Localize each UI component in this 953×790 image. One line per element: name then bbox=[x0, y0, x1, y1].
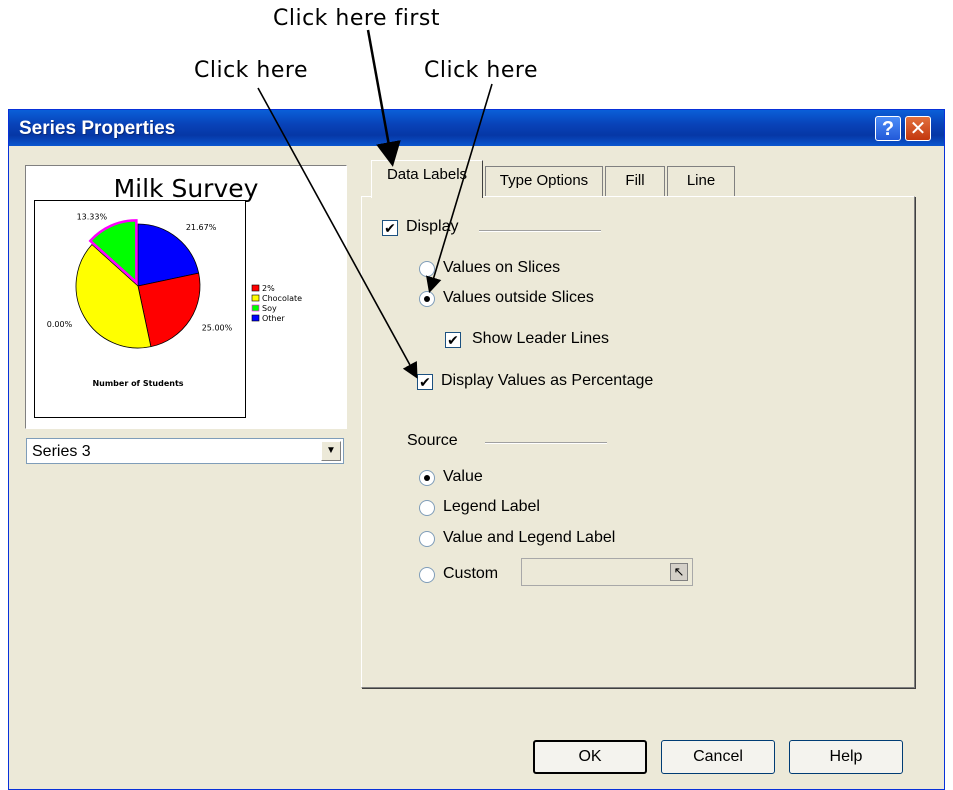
series-dropdown[interactable]: Series 3 ▼ bbox=[26, 438, 344, 464]
values-outside-slices-radio[interactable] bbox=[419, 291, 435, 307]
help-title-button[interactable]: ? bbox=[875, 116, 901, 141]
source-value-radio[interactable] bbox=[419, 470, 435, 486]
series-dropdown-value: Series 3 bbox=[32, 443, 91, 460]
pie-data-label: 21.67% bbox=[186, 223, 217, 232]
title-bar[interactable]: Series Properties ? ✕ bbox=[9, 110, 944, 146]
chart-preview: Milk Survey 25.00% 0.00% 13.33% 21.67% Numbe… bbox=[25, 165, 347, 429]
dialog-title: Series Properties bbox=[19, 118, 176, 139]
tab-data-labels[interactable]: Data Labels bbox=[371, 160, 483, 198]
chart-x-label: Number of Students bbox=[92, 379, 183, 388]
source-value-and-legend-radio[interactable] bbox=[419, 531, 435, 547]
close-title-button[interactable]: ✕ bbox=[905, 116, 931, 141]
source-value-and-legend-label: Value and Legend Label bbox=[443, 529, 616, 546]
pie-data-label: 25.00% bbox=[202, 323, 233, 332]
source-group-label: Source bbox=[407, 432, 458, 449]
legend-swatch bbox=[251, 294, 260, 302]
annotation-click-here-right: Click here bbox=[424, 58, 538, 83]
series-properties-dialog: Series Properties ? ✕ Milk Survey 25.00%… bbox=[8, 109, 945, 790]
tab-line[interactable]: Line bbox=[667, 166, 735, 196]
source-group-line bbox=[485, 442, 607, 444]
ok-button[interactable]: OK bbox=[533, 740, 647, 774]
source-custom-label: Custom bbox=[443, 565, 499, 582]
annotation-click-here-left: Click here bbox=[194, 58, 308, 83]
pie-data-label: 0.00% bbox=[47, 320, 73, 329]
source-legend-label-label: Legend Label bbox=[443, 498, 540, 515]
custom-label-field[interactable]: ↖ bbox=[521, 558, 693, 586]
display-checkbox[interactable]: ✔ bbox=[382, 220, 398, 236]
tab-fill[interactable]: Fill bbox=[605, 166, 665, 196]
pie-data-label: 13.33% bbox=[77, 213, 108, 222]
source-value-label: Value bbox=[443, 468, 483, 485]
tab-type-options[interactable]: Type Options bbox=[485, 166, 603, 196]
display-percentage-label: Display Values as Percentage bbox=[441, 372, 654, 389]
help-button[interactable]: Help bbox=[789, 740, 903, 774]
legend-swatch bbox=[251, 314, 260, 322]
legend-label: 2% bbox=[262, 284, 275, 293]
show-leader-lines-checkbox[interactable]: ✔ bbox=[445, 332, 461, 348]
values-on-slices-radio[interactable] bbox=[419, 261, 435, 277]
legend-swatch bbox=[251, 304, 260, 312]
chevron-down-icon[interactable]: ▼ bbox=[321, 441, 341, 461]
values-on-slices-label: Values on Slices bbox=[443, 259, 561, 276]
annotation-click-here-first: Click here first bbox=[273, 6, 440, 31]
values-outside-slices-label: Values outside Slices bbox=[443, 289, 594, 306]
source-legend-label-radio[interactable] bbox=[419, 500, 435, 516]
cursor-picker-icon[interactable]: ↖ bbox=[670, 563, 688, 581]
legend-label: Chocolate bbox=[262, 294, 302, 303]
legend-label: Soy bbox=[262, 304, 277, 313]
cancel-button[interactable]: Cancel bbox=[661, 740, 775, 774]
display-percentage-checkbox[interactable]: ✔ bbox=[417, 374, 433, 390]
legend-label: Other bbox=[262, 314, 285, 323]
pie-chart: 25.00% 0.00% 13.33% 21.67% Number of Student… bbox=[47, 213, 302, 388]
display-label: Display bbox=[406, 218, 459, 235]
legend-swatch bbox=[251, 284, 260, 292]
show-leader-lines-label: Show Leader Lines bbox=[472, 330, 609, 347]
source-custom-radio[interactable] bbox=[419, 567, 435, 583]
display-group-line bbox=[479, 230, 601, 232]
